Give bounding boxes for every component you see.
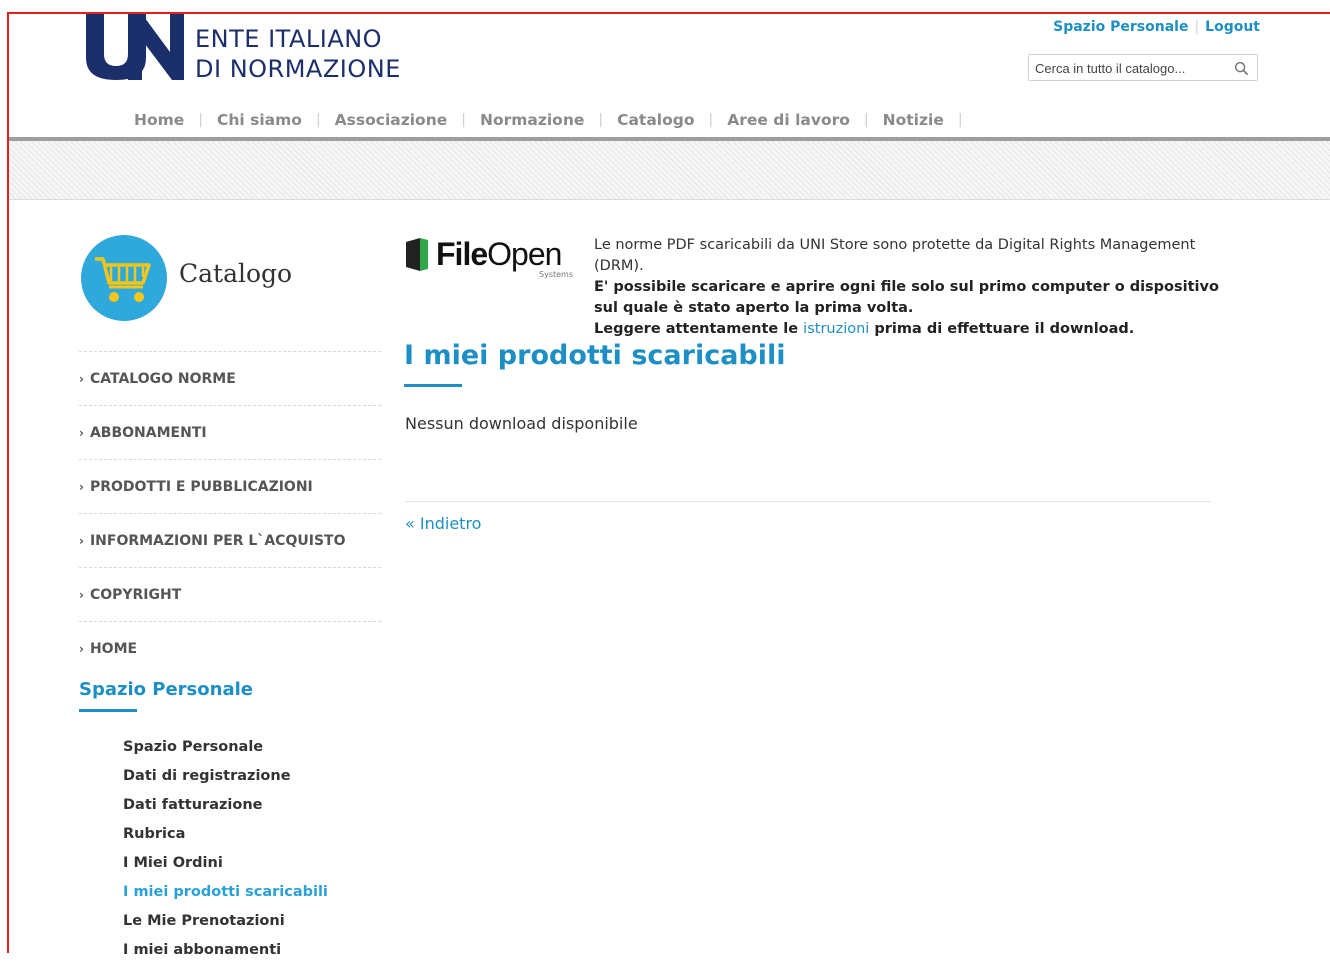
spazio-personale-link[interactable]: Spazio Personale xyxy=(1053,19,1188,35)
spazio-personale-list: Spazio Personale Dati di registrazione D… xyxy=(123,737,328,969)
content-divider xyxy=(405,501,1211,502)
chevron-right-icon: › xyxy=(79,533,84,548)
sidebar-item-label: INFORMAZIONI PER L`ACQUISTO xyxy=(89,532,346,549)
istruzioni-link[interactable]: istruzioni xyxy=(803,321,869,337)
chevron-right-icon: › xyxy=(79,425,84,440)
fileopen-wordmark: FileOpen xyxy=(436,236,562,273)
sidebar-item-label: HOME xyxy=(89,640,138,657)
personal-item-rubrica[interactable]: Rubrica xyxy=(123,824,328,853)
sidebar-item-prodotti-pubblicazioni[interactable]: › PRODOTTI E PUBBLICAZIONI xyxy=(79,459,381,513)
chevron-right-icon: › xyxy=(79,371,84,386)
logo-line-1: ENTE ITALIANO xyxy=(195,25,383,53)
sidebar-item-catalogo-norme[interactable]: › CATALOGO NORME xyxy=(79,351,381,405)
nav-aree-di-lavoro[interactable]: Aree di lavoro xyxy=(713,111,864,129)
nav-catalogo[interactable]: Catalogo xyxy=(603,111,708,129)
drm-line-1: Le norme PDF scaricabili da UNI Store so… xyxy=(594,237,1196,274)
drm-line-2: E' possibile scaricare e aprire ogni fil… xyxy=(594,279,1219,316)
search-icon[interactable] xyxy=(1234,61,1249,76)
personal-item-miei-ordini[interactable]: I Miei Ordini xyxy=(123,853,328,882)
search-input[interactable] xyxy=(1035,58,1225,78)
sidebar-item-label: COPYRIGHT xyxy=(89,586,182,603)
drm-notice: Le norme PDF scaricabili da UNI Store so… xyxy=(594,235,1234,340)
chevron-right-icon: › xyxy=(79,641,84,656)
drm-line-3-pre: Leggere attentamente le xyxy=(594,321,799,337)
logout-link[interactable]: Logout xyxy=(1205,19,1260,35)
sidebar-item-label: CATALOGO NORME xyxy=(89,370,236,387)
empty-message: Nessun download disponibile xyxy=(405,414,638,433)
chevron-right-icon: › xyxy=(79,587,84,602)
personal-item-dati-fatturazione[interactable]: Dati fatturazione xyxy=(123,795,328,824)
fileopen-wordmark-thin: Open xyxy=(487,236,562,272)
personal-item-abbonamenti[interactable]: I miei abbonamenti xyxy=(123,940,328,969)
main-nav: Home | Chi siamo | Associazione | Normazion… xyxy=(120,108,963,132)
fileopen-mark-icon xyxy=(406,238,428,271)
catalog-badge xyxy=(81,235,167,321)
shopping-cart-icon xyxy=(95,257,151,302)
logo-line-2: DI NORMAZIONE xyxy=(195,55,401,83)
drm-line-3: Leggere attentamente le istruzioni prima… xyxy=(594,319,1234,340)
catalog-title: Catalogo xyxy=(179,259,293,288)
nav-separator: | xyxy=(957,112,963,128)
heading-underline xyxy=(79,709,137,712)
nav-associazione[interactable]: Associazione xyxy=(321,111,462,129)
top-link-separator: | xyxy=(1194,19,1200,35)
drm-line-3-post: prima di effettuare il download. xyxy=(874,321,1135,337)
personal-item-prodotti-scaricabili[interactable]: I miei prodotti scaricabili xyxy=(123,882,328,911)
sidebar-item-informazioni-acquisto[interactable]: › INFORMAZIONI PER L`ACQUISTO xyxy=(79,513,381,567)
sidebar-item-home[interactable]: › HOME xyxy=(79,621,381,675)
top-links: Spazio Personale | Logout xyxy=(1053,19,1260,35)
sidebar-item-label: PRODOTTI E PUBBLICAZIONI xyxy=(89,478,313,495)
nav-chi-siamo[interactable]: Chi siamo xyxy=(203,111,316,129)
personal-item-spazio-personale[interactable]: Spazio Personale xyxy=(123,737,328,766)
sidebar-item-label: ABBONAMENTI xyxy=(89,424,207,441)
spazio-personale-heading: Spazio Personale xyxy=(79,679,253,700)
personal-item-prenotazioni[interactable]: Le Mie Prenotazioni xyxy=(123,911,328,940)
nav-home[interactable]: Home xyxy=(120,111,198,129)
sidebar-menu: › CATALOGO NORME › ABBONAMENTI › PRODOTTI E… xyxy=(79,351,381,675)
fileopen-subtitle: Systems xyxy=(539,270,573,279)
page-title: I miei prodotti scaricabili xyxy=(404,340,786,371)
chevron-right-icon: › xyxy=(79,479,84,494)
nav-normazione[interactable]: Normazione xyxy=(466,111,598,129)
sidebar-item-abbonamenti[interactable]: › ABBONAMENTI xyxy=(79,405,381,459)
back-link[interactable]: « Indietro xyxy=(405,514,481,533)
fileopen-logo: FileOpen Systems xyxy=(406,236,581,282)
uni-logo-mark xyxy=(86,14,184,80)
title-underline xyxy=(404,384,462,387)
fileopen-wordmark-bold: File xyxy=(436,236,488,272)
search-box xyxy=(1028,54,1258,81)
hatched-banner xyxy=(9,141,1330,200)
sidebar-item-copyright[interactable]: › COPYRIGHT xyxy=(79,567,381,621)
logo-text: ENTE ITALIANO DI NORMAZIONE xyxy=(195,24,401,84)
nav-notizie[interactable]: Notizie xyxy=(869,111,958,129)
personal-item-dati-registrazione[interactable]: Dati di registrazione xyxy=(123,766,328,795)
